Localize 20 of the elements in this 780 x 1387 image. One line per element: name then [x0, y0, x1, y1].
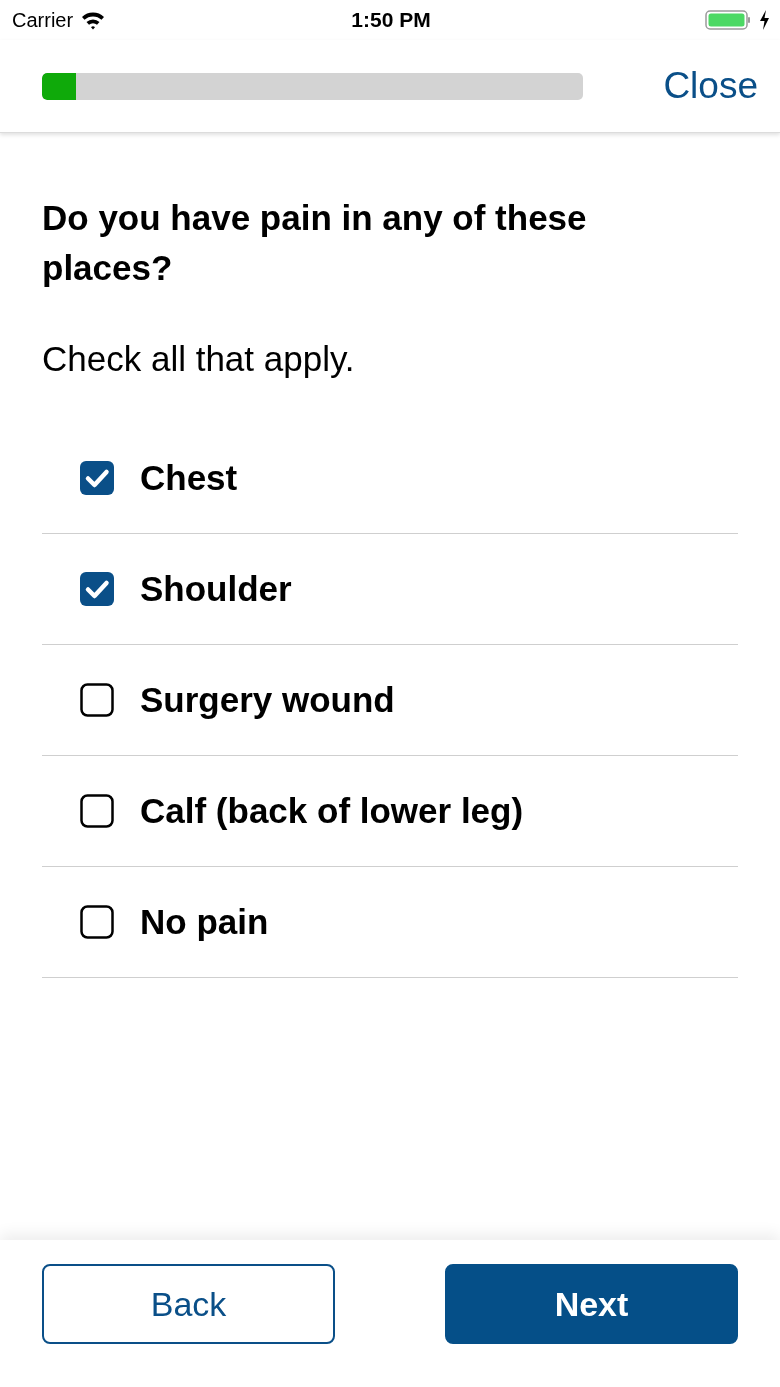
option-label[interactable]: Calf (back of lower leg)	[140, 784, 524, 838]
checkbox[interactable]	[80, 572, 114, 606]
instruction-text: Check all that apply.	[42, 338, 356, 380]
option-label[interactable]: Shoulder	[140, 562, 292, 616]
carrier-label: Carrier	[12, 8, 74, 33]
checkbox[interactable]	[80, 794, 114, 828]
question-title: Do you have pain in any of these places?	[42, 197, 588, 289]
checkbox[interactable]	[80, 905, 114, 939]
back-button[interactable]: Back	[42, 1264, 335, 1344]
option-label[interactable]: No pain	[140, 895, 269, 949]
option-label[interactable]: Surgery wound	[140, 673, 395, 727]
option-label[interactable]: Chest	[140, 451, 238, 505]
status-time: 1:50 PM	[351, 7, 431, 34]
wifi-icon	[81, 10, 106, 30]
checkbox[interactable]	[80, 683, 114, 717]
battery-icon	[705, 10, 751, 30]
next-button[interactable]: Next	[445, 1264, 738, 1344]
checkbox[interactable]	[80, 461, 114, 495]
close-button[interactable]: Close	[663, 65, 758, 107]
charging-bolt-icon	[759, 10, 770, 30]
